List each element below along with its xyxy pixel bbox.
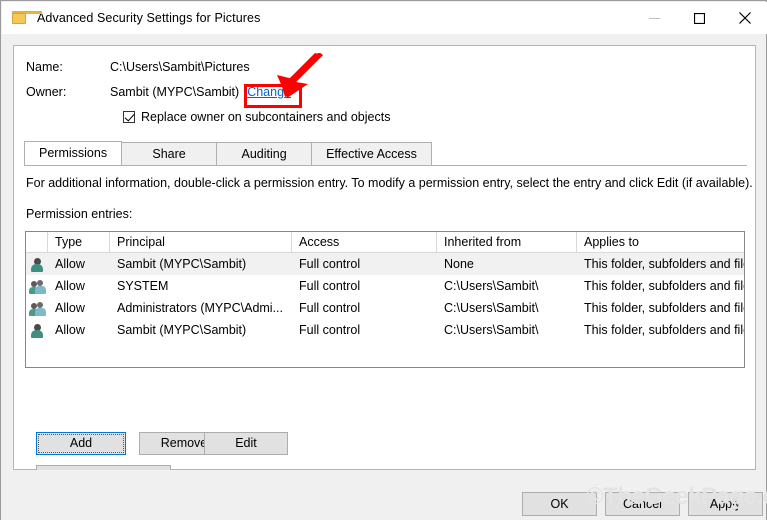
table-header-inherited-from[interactable]: Inherited from xyxy=(437,232,577,252)
row-applies-to: This folder, subfolders and files xyxy=(577,254,744,275)
tab-effective-access[interactable]: Effective Access xyxy=(311,142,432,165)
row-inherited-from: C:\Users\Sambit\ xyxy=(437,276,577,297)
row-inherited-from: None xyxy=(437,254,577,275)
remove-button-label: Remove xyxy=(161,436,208,450)
table-header-type[interactable]: Type xyxy=(48,232,110,252)
row-type: Allow xyxy=(48,276,110,297)
owner-label: Owner: xyxy=(26,85,110,99)
row-access: Full control xyxy=(292,320,437,341)
tab-share[interactable]: Share xyxy=(121,142,217,165)
tab-strip: Permissions Share Auditing Effective Acc… xyxy=(24,142,747,166)
table-header-row: Type Principal Access Inherited from App… xyxy=(26,232,744,253)
replace-owner-label: Replace owner on subcontainers and objec… xyxy=(141,110,390,124)
permission-entries-label: Permission entries: xyxy=(26,207,132,221)
name-label: Name: xyxy=(26,60,110,74)
minimize-icon xyxy=(649,13,660,24)
add-button[interactable]: Add xyxy=(36,432,126,455)
content-panel: Name:C:\Users\Sambit\Pictures Owner:Samb… xyxy=(13,45,756,470)
title-bar: Advanced Security Settings for Pictures xyxy=(2,2,767,34)
row-type: Allow xyxy=(48,320,110,341)
edit-button-label: Edit xyxy=(235,436,257,450)
minimize-button[interactable] xyxy=(632,2,677,34)
table-header-applies-to[interactable]: Applies to xyxy=(577,232,744,252)
table-row[interactable]: Allow Administrators (MYPC\Admi... Full … xyxy=(26,297,744,319)
user-group-icon xyxy=(26,301,48,316)
table-row[interactable]: Allow SYSTEM Full control C:\Users\Sambi… xyxy=(26,275,744,297)
close-button[interactable] xyxy=(722,2,767,34)
row-inherited-from: C:\Users\Sambit\ xyxy=(437,298,577,319)
single-user-icon xyxy=(26,257,48,272)
row-principal: Administrators (MYPC\Admi... xyxy=(110,298,292,319)
owner-value: Sambit (MYPC\Sambit) xyxy=(110,85,239,99)
tab-permissions[interactable]: Permissions xyxy=(24,141,122,165)
user-group-icon xyxy=(26,279,48,294)
row-access: Full control xyxy=(292,254,437,275)
replace-owner-row[interactable]: Replace owner on subcontainers and objec… xyxy=(123,110,390,124)
row-access: Full control xyxy=(292,276,437,297)
maximize-button[interactable] xyxy=(677,2,722,34)
table-header-principal[interactable]: Principal xyxy=(110,232,292,252)
row-applies-to: This folder, subfolders and files xyxy=(577,320,744,341)
row-type: Allow xyxy=(48,298,110,319)
table-header-icon xyxy=(26,232,48,252)
permission-entries-table[interactable]: Type Principal Access Inherited from App… xyxy=(25,231,745,368)
table-header-access[interactable]: Access xyxy=(292,232,437,252)
window-title: Advanced Security Settings for Pictures xyxy=(37,11,260,25)
row-principal: Sambit (MYPC\Sambit) xyxy=(110,320,292,341)
name-value: C:\Users\Sambit\Pictures xyxy=(110,60,250,74)
instruction-text: For additional information, double-click… xyxy=(26,176,753,190)
row-principal: Sambit (MYPC\Sambit) xyxy=(110,254,292,275)
window-controls xyxy=(632,2,767,34)
replace-owner-checkbox[interactable] xyxy=(123,111,135,123)
name-row: Name:C:\Users\Sambit\Pictures xyxy=(26,60,250,74)
ok-button-label: OK xyxy=(550,497,568,511)
change-owner-link[interactable]: Change xyxy=(247,85,291,99)
maximize-icon xyxy=(694,13,705,24)
row-applies-to: This folder, subfolders and files xyxy=(577,298,744,319)
table-row[interactable]: Allow Sambit (MYPC\Sambit) Full control … xyxy=(26,319,744,341)
row-principal: SYSTEM xyxy=(110,276,292,297)
advanced-security-settings-window: Advanced Security Settings for Pictures xyxy=(0,0,767,520)
add-button-label: Add xyxy=(70,436,92,450)
owner-row: Owner:Sambit (MYPC\Sambit) Change xyxy=(26,85,291,99)
row-applies-to: This folder, subfolders and files xyxy=(577,276,744,297)
row-inherited-from: C:\Users\Sambit\ xyxy=(437,320,577,341)
single-user-icon xyxy=(26,323,48,338)
tab-auditing[interactable]: Auditing xyxy=(216,142,312,165)
table-row[interactable]: Allow Sambit (MYPC\Sambit) Full control … xyxy=(26,253,744,275)
close-icon xyxy=(739,12,751,24)
edit-button[interactable]: Edit xyxy=(204,432,288,455)
watermark: ©TheGeekPage.com xyxy=(586,483,767,511)
folder-icon xyxy=(12,11,28,25)
row-access: Full control xyxy=(292,298,437,319)
row-type: Allow xyxy=(48,254,110,275)
